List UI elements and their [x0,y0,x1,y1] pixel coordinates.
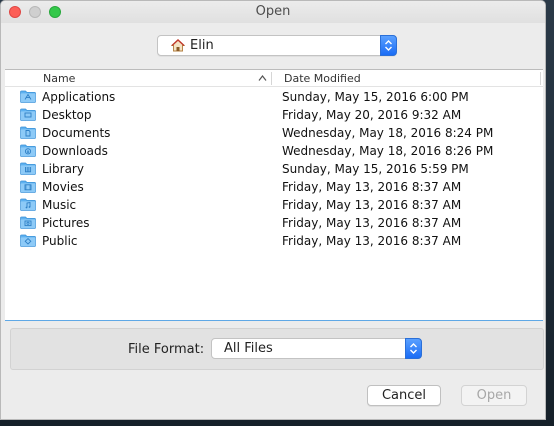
file-name: Music [42,198,77,212]
file-date-modified: Friday, May 13, 2016 8:37 AM [282,198,462,212]
file-row-desktop[interactable]: Desktop Friday, May 20, 2016 9:32 AM [5,106,543,124]
file-name: Library [42,162,84,176]
file-date-modified: Friday, May 13, 2016 8:37 AM [282,180,462,194]
music-folder-icon [20,198,36,211]
file-date-modified: Sunday, May 15, 2016 5:59 PM [282,162,469,176]
chevron-updown-icon [385,40,392,51]
applications-folder-icon [20,90,36,103]
window-title: Open [255,4,291,19]
chevron-updown-icon [410,343,417,354]
library-folder-icon [20,162,36,175]
file-name: Public [42,234,78,248]
file-format-value: All Files [224,341,273,356]
file-row-music[interactable]: Music Friday, May 13, 2016 8:37 AM [5,196,543,214]
file-date-modified: Wednesday, May 18, 2016 8:26 PM [282,144,494,158]
file-row-pictures[interactable]: Pictures Friday, May 13, 2016 8:37 AM [5,214,543,232]
file-format-label: File Format: [128,342,205,357]
title-bar: Open [1,1,545,23]
file-row-public[interactable]: Public Friday, May 13, 2016 8:37 AM [5,232,543,250]
documents-folder-icon [20,126,36,139]
open-dialog: Open Elin Name Date Modified Application… [0,0,546,420]
column-divider[interactable] [271,72,272,85]
public-folder-icon [20,234,36,247]
column-name[interactable]: Name [43,72,75,85]
file-row-movies[interactable]: Movies Friday, May 13, 2016 8:37 AM [5,178,543,196]
file-name: Pictures [42,216,90,230]
column-header: Name Date Modified [5,70,543,87]
file-date-modified: Friday, May 13, 2016 8:37 AM [282,234,462,248]
file-date-modified: Wednesday, May 18, 2016 8:24 PM [282,126,494,140]
file-rows: Applications Sunday, May 15, 2016 6:00 PM… [5,88,543,250]
file-name: Applications [42,90,116,104]
location-stepper[interactable] [380,35,397,56]
options-panel: File Format: All Files [10,328,544,370]
file-row-downloads[interactable]: Downloads Wednesday, May 18, 2016 8:26 PM [5,142,543,160]
column-divider[interactable] [540,72,541,85]
file-name: Movies [42,180,84,194]
file-row-documents[interactable]: Documents Wednesday, May 18, 2016 8:24 PM [5,124,543,142]
file-format-select[interactable]: All Files [211,338,422,359]
file-format-stepper[interactable] [405,338,422,359]
file-name: Downloads [42,144,108,158]
open-button[interactable]: Open [461,385,527,406]
sort-ascending-icon[interactable] [258,74,267,82]
file-browser[interactable]: Name Date Modified Applications Sunday, M… [5,69,543,321]
location-label: Elin [190,38,214,53]
pictures-folder-icon [20,216,36,229]
file-date-modified: Friday, May 20, 2016 9:32 AM [282,108,462,122]
file-date-modified: Friday, May 13, 2016 8:37 AM [282,216,462,230]
home-icon [171,39,185,52]
file-row-library[interactable]: Library Sunday, May 15, 2016 5:59 PM [5,160,543,178]
movies-folder-icon [20,180,36,193]
file-name: Documents [42,126,111,140]
file-name: Desktop [42,108,92,122]
file-row-applications[interactable]: Applications Sunday, May 15, 2016 6:00 PM [5,88,543,106]
location-popup[interactable]: Elin [157,35,397,56]
cancel-button[interactable]: Cancel [367,385,441,406]
desktop-folder-icon [20,108,36,121]
downloads-folder-icon [20,144,36,157]
file-date-modified: Sunday, May 15, 2016 6:00 PM [282,90,469,104]
column-date-modified[interactable]: Date Modified [284,72,361,85]
